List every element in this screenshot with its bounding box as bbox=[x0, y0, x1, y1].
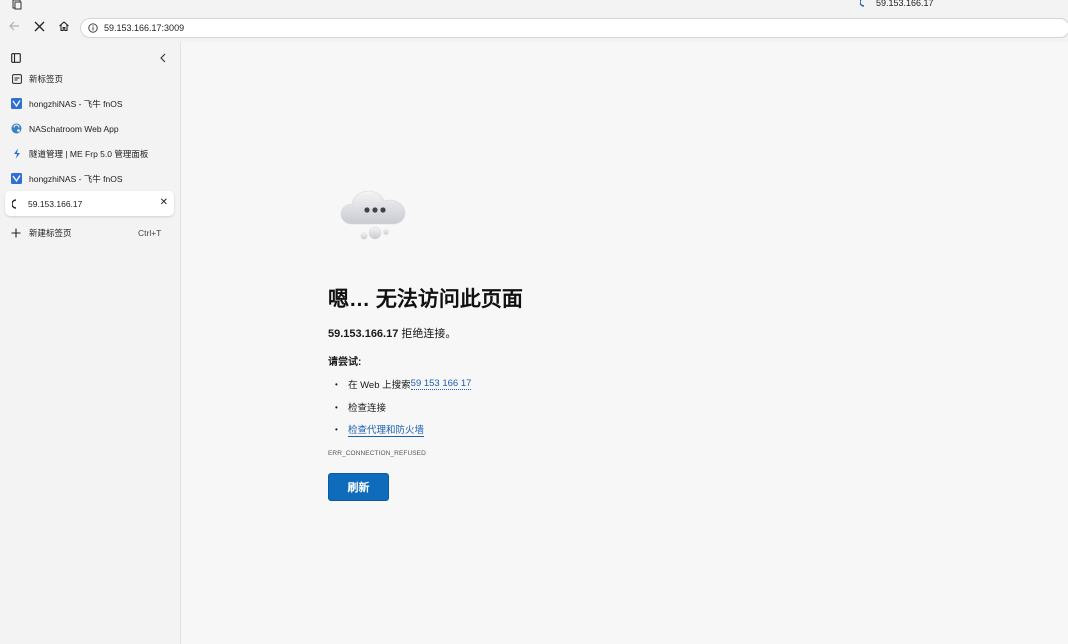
workspaces-icon[interactable] bbox=[11, 0, 23, 10]
suggestion-check-proxy: • 检查代理和防火墙 bbox=[328, 422, 425, 437]
bullet: • bbox=[335, 402, 338, 412]
check-connection-text: 检查连接 bbox=[348, 403, 387, 414]
new-tab-page-icon bbox=[11, 73, 22, 84]
loading-spinner-icon bbox=[859, 0, 868, 9]
sidebar-tab-label: hongzhiNAS - 飞牛 fnOS bbox=[29, 173, 123, 184]
suggestion-check-connection: • 检查连接 bbox=[328, 400, 387, 415]
error-host: 59.153.166.17 bbox=[328, 328, 399, 340]
sidebar-tab-label: NASchatroom Web App bbox=[29, 123, 119, 134]
try-label: 请尝试: bbox=[328, 357, 362, 368]
error-description: 59.153.166.17 拒绝连接。 bbox=[328, 325, 456, 341]
home-button[interactable] bbox=[54, 18, 74, 38]
plus-icon bbox=[11, 228, 22, 239]
arrow-left-icon bbox=[8, 19, 20, 37]
sidebar-tab-label: 新标签页 bbox=[29, 73, 64, 84]
browser-toolbar: 59.153.166.17:3009 bbox=[0, 14, 1068, 42]
title-bar: 59.153.166.17 bbox=[0, 0, 1068, 14]
check-proxy-link[interactable]: 检查代理和防火墙 bbox=[348, 422, 425, 437]
fnos-icon bbox=[11, 173, 22, 184]
fnos-icon bbox=[11, 98, 22, 109]
sad-cloud-icon bbox=[338, 188, 414, 246]
bullet: • bbox=[335, 425, 338, 434]
chat-app-icon bbox=[11, 123, 22, 134]
new-tab-label: 新建标签页 bbox=[29, 228, 72, 238]
error-code: ERR_CONNECTION_REFUSED bbox=[328, 450, 426, 457]
page-content: 嗯… 无法访问此页面 59.153.166.17 拒绝连接。 请尝试: • 在 … bbox=[182, 42, 1068, 644]
address-url: 59.153.166.17:3009 bbox=[104, 23, 185, 33]
sidebar-tab-active[interactable]: 59.153.166.17 ✕ bbox=[5, 191, 174, 216]
loading-spinner-icon bbox=[10, 198, 21, 209]
new-tab-button[interactable]: 新建标签页 Ctrl+T bbox=[0, 221, 180, 245]
address-bar[interactable]: 59.153.166.17:3009 bbox=[80, 18, 1068, 38]
vertical-tabs-sidebar: 新标签页 hongzhiNAS - 飞牛 fnOS NASchatroom We… bbox=[0, 42, 181, 644]
refresh-button[interactable]: 刷新 bbox=[328, 473, 389, 501]
sidebar-tab-label: 隧道管理 | ME Frp 5.0 管理面板 bbox=[29, 148, 149, 159]
sidebar-tab-mefrp[interactable]: 隧道管理 | ME Frp 5.0 管理面板 bbox=[0, 141, 180, 166]
sidebar-tab-new-tab[interactable]: 新标签页 bbox=[0, 66, 180, 91]
suggestion-search: • 在 Web 上搜索 59 153 166 17 bbox=[328, 377, 472, 391]
bolt-icon bbox=[11, 148, 22, 159]
sidebar-tab-fnos-2[interactable]: hongzhiNAS - 飞牛 fnOS bbox=[0, 166, 180, 191]
window-tab-label: 59.153.166.17 bbox=[876, 0, 934, 8]
back-button[interactable] bbox=[4, 18, 24, 38]
sidebar-header bbox=[0, 42, 180, 66]
bullet: • bbox=[335, 379, 338, 389]
sidebar-tab-label: hongzhiNAS - 飞牛 fnOS bbox=[29, 98, 123, 109]
sidebar-tab-label: 59.153.166.17 bbox=[28, 198, 83, 209]
search-web-link[interactable]: 59 153 166 17 bbox=[410, 378, 472, 390]
info-icon[interactable] bbox=[88, 23, 98, 33]
close-icon bbox=[34, 19, 45, 37]
error-reason: 拒绝连接。 bbox=[398, 328, 457, 340]
error-title: 嗯… 无法访问此页面 bbox=[328, 288, 523, 311]
sidebar-tab-fnos-1[interactable]: hongzhiNAS - 飞牛 fnOS bbox=[0, 91, 180, 116]
window-tab-title[interactable]: 59.153.166.17 bbox=[859, 0, 934, 9]
suggestion-search-prefix: 在 Web 上搜索 bbox=[348, 380, 411, 391]
close-tab-button[interactable]: ✕ bbox=[160, 198, 168, 208]
sidebar-tab-naschatroom[interactable]: NASchatroom Web App bbox=[0, 116, 180, 141]
home-icon bbox=[58, 19, 70, 37]
new-tab-shortcut: Ctrl+T bbox=[138, 228, 162, 238]
stop-loading-button[interactable] bbox=[29, 18, 49, 38]
